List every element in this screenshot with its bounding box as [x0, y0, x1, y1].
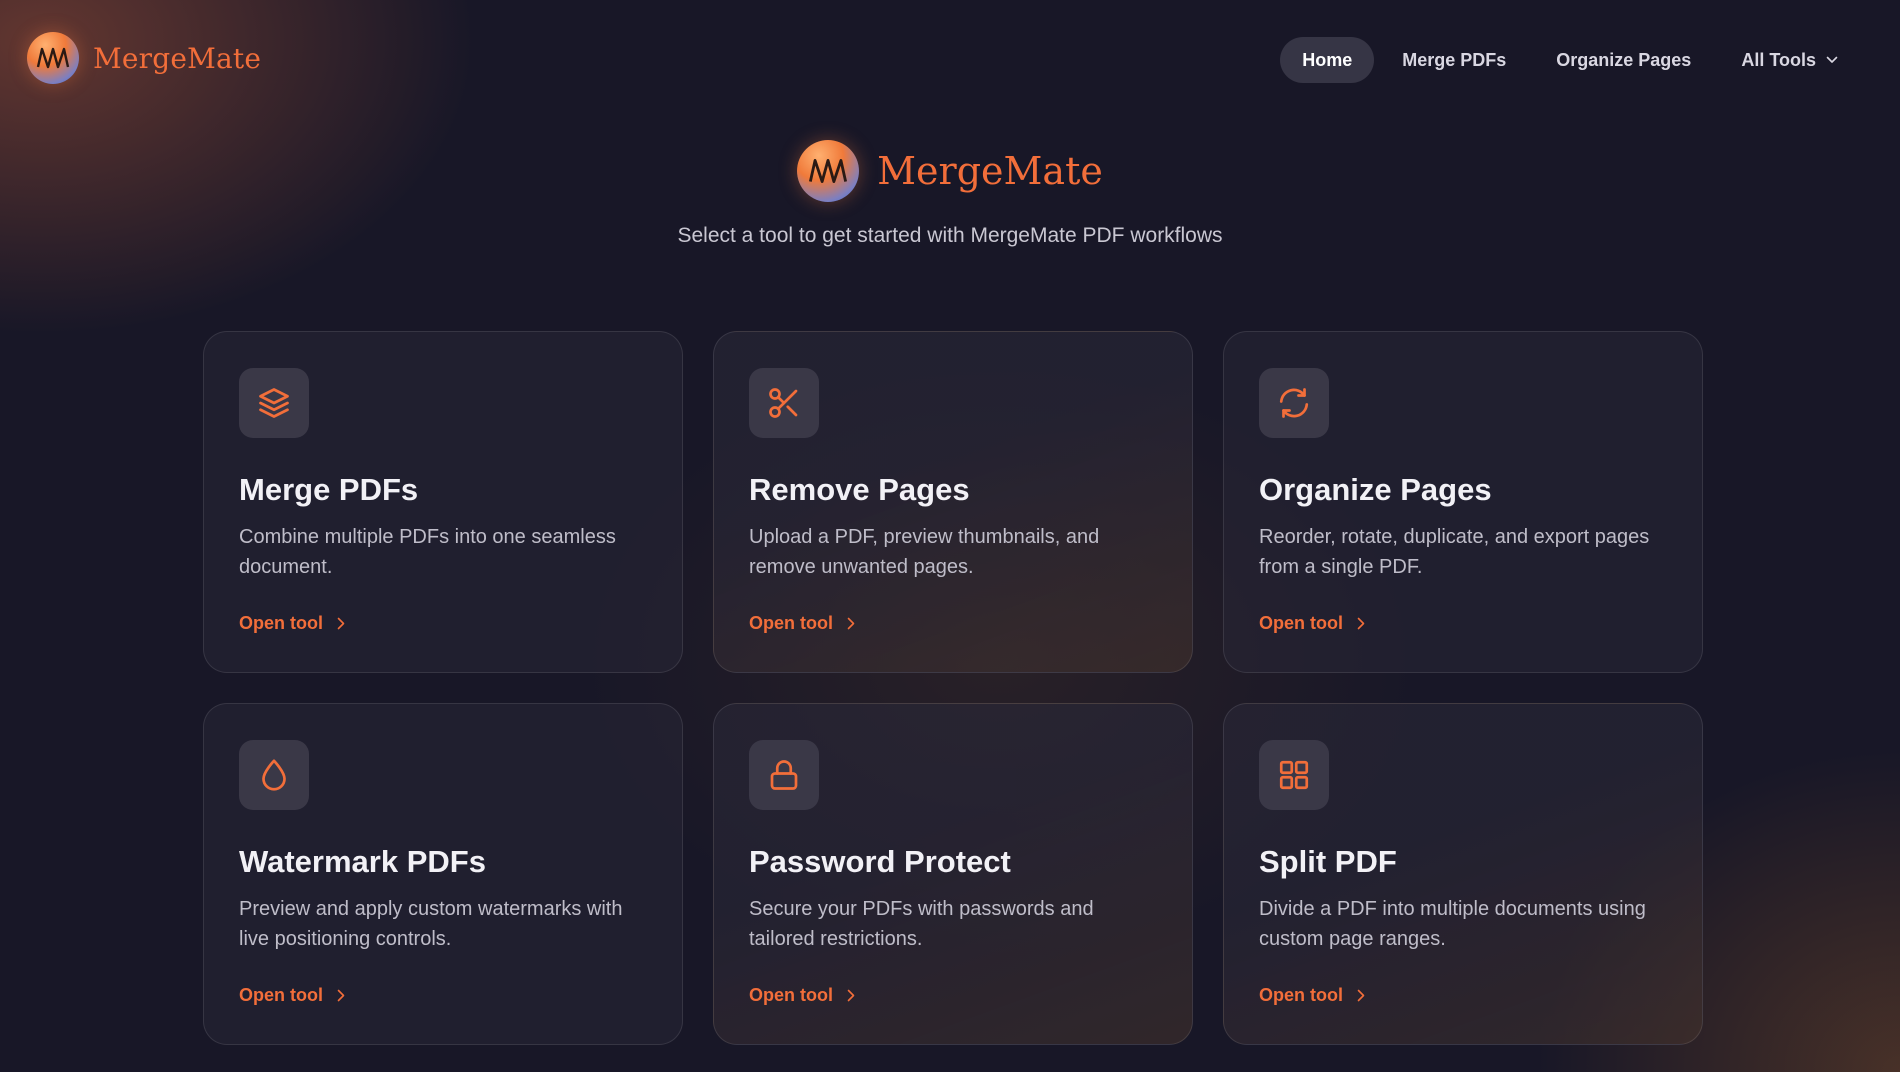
open-tool-link[interactable]: Open tool — [749, 985, 855, 1006]
tool-icon-box — [749, 740, 819, 810]
tool-card-organize-pages[interactable]: Organize Pages Reorder, rotate, duplicat… — [1223, 331, 1703, 673]
logo-mark-icon — [36, 47, 70, 69]
nav-home-label: Home — [1302, 49, 1353, 70]
chevron-down-icon — [1826, 56, 1838, 63]
lock-icon — [770, 760, 798, 790]
grid-icon — [1279, 760, 1309, 790]
top-navbar: MergeMate Home Merge PDFs Organize Pages… — [0, 0, 1900, 116]
droplet-icon — [262, 759, 286, 791]
chevron-right-icon — [1357, 989, 1365, 1002]
tool-icon-box — [1259, 368, 1329, 438]
chevron-right-icon — [337, 617, 345, 630]
mergemate-logo — [27, 32, 79, 84]
tool-icon-box — [1259, 740, 1329, 810]
tool-description: Divide a PDF into multiple documents usi… — [1259, 898, 1646, 950]
open-tool-label: Open tool — [239, 985, 323, 1005]
nav-links: Home Merge PDFs Organize Pages All Tools — [1280, 37, 1860, 83]
logo-mark-icon — [809, 159, 848, 183]
open-tool-link[interactable]: Open tool — [239, 985, 345, 1006]
nav-all-tools-label: All Tools — [1741, 49, 1816, 70]
brand-home-link[interactable]: MergeMate — [27, 32, 261, 84]
hero-title: MergeMate — [877, 149, 1103, 193]
scissors-icon — [769, 388, 798, 418]
tool-icon-box — [749, 368, 819, 438]
nav-organize-pages[interactable]: Organize Pages — [1534, 37, 1713, 83]
tool-card-watermark-pdfs[interactable]: Watermark PDFs Preview and apply custom … — [203, 703, 683, 1045]
tool-description: Upload a PDF, preview thumbnails, and re… — [749, 526, 1100, 578]
tool-description: Combine multiple PDFs into one seamless … — [239, 526, 616, 578]
tool-title: Remove Pages — [749, 472, 970, 507]
open-tool-label: Open tool — [1259, 985, 1343, 1005]
tool-card-remove-pages[interactable]: Remove Pages Upload a PDF, preview thumb… — [713, 331, 1193, 673]
chevron-right-icon — [1357, 617, 1365, 630]
open-tool-link[interactable]: Open tool — [1259, 613, 1365, 634]
brand-name: MergeMate — [93, 41, 262, 75]
open-tool-label: Open tool — [749, 613, 833, 633]
tool-title: Password Protect — [749, 844, 1011, 879]
layers-icon — [259, 388, 289, 418]
tool-icon-box — [239, 368, 309, 438]
chevron-right-icon — [847, 617, 855, 630]
tool-card-merge-pdfs[interactable]: Merge PDFs Combine multiple PDFs into on… — [203, 331, 683, 673]
hero-section: MergeMate Select a tool to get started w… — [0, 140, 1900, 248]
hero-logo — [797, 140, 860, 202]
nav-merge-pdfs-label: Merge PDFs — [1402, 49, 1507, 70]
tool-description: Preview and apply custom watermarks with… — [239, 898, 623, 950]
nav-merge-pdfs[interactable]: Merge PDFs — [1380, 37, 1528, 83]
nav-all-tools-dropdown[interactable]: All Tools — [1719, 37, 1860, 83]
tools-grid: Merge PDFs Combine multiple PDFs into on… — [203, 331, 1703, 1045]
nav-home[interactable]: Home — [1280, 37, 1375, 83]
open-tool-link[interactable]: Open tool — [749, 613, 855, 634]
open-tool-label: Open tool — [239, 613, 323, 633]
open-tool-link[interactable]: Open tool — [1259, 985, 1365, 1006]
hero-subtitle: Select a tool to get started with MergeM… — [677, 224, 1223, 247]
tool-card-password-protect[interactable]: Password Protect Secure your PDFs with p… — [713, 703, 1193, 1045]
tool-title: Organize Pages — [1259, 472, 1492, 507]
refresh-icon — [1279, 388, 1309, 418]
tool-description: Secure your PDFs with passwords and tail… — [749, 898, 1094, 950]
tool-title: Merge PDFs — [239, 472, 419, 507]
open-tool-label: Open tool — [1259, 613, 1343, 633]
tool-card-split-pdf[interactable]: Split PDF Divide a PDF into multiple doc… — [1223, 703, 1703, 1045]
chevron-right-icon — [847, 989, 855, 1002]
tool-description: Reorder, rotate, duplicate, and export p… — [1259, 526, 1650, 578]
tool-icon-box — [239, 740, 309, 810]
nav-organize-pages-label: Organize Pages — [1556, 49, 1692, 70]
open-tool-label: Open tool — [749, 985, 833, 1005]
tool-title: Watermark PDFs — [239, 844, 486, 879]
open-tool-link[interactable]: Open tool — [239, 613, 345, 634]
hero-brand: MergeMate — [797, 140, 1103, 202]
chevron-right-icon — [337, 989, 345, 1002]
tool-title: Split PDF — [1259, 844, 1397, 879]
